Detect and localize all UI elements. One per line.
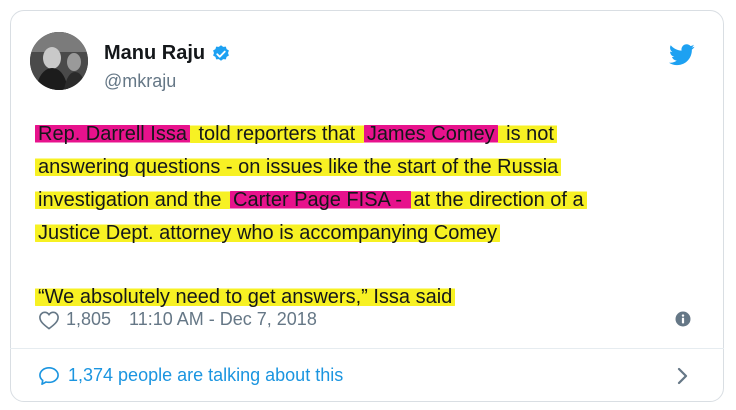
verified-badge-icon	[213, 44, 230, 61]
tweet-segment: Carter Page FISA -	[230, 189, 411, 211]
tweet-text: Rep. Darrell Issa told reporters that Ja…	[35, 118, 685, 314]
heart-icon[interactable]	[38, 310, 60, 330]
chevron-right-icon[interactable]	[677, 367, 689, 385]
tweet-line-4: Justice Dept. attorney who is accompanyi…	[35, 217, 685, 250]
tweet-segment: investigation and the	[35, 189, 231, 211]
talking-about-link[interactable]: 1,374 people are talking about this	[68, 365, 343, 386]
tweet-quote: “We absolutely need to get answers,” Iss…	[35, 286, 456, 308]
tweet-segment: Rep. Darrell Issa	[35, 123, 190, 145]
info-icon[interactable]	[675, 311, 691, 327]
tweet-line-1: Rep. Darrell Issa told reporters that Ja…	[35, 118, 685, 151]
divider	[10, 348, 724, 349]
tweet-line-3: investigation and the Carter Page FISA -…	[35, 184, 685, 217]
tweet-segment: Justice Dept. attorney who is accompanyi…	[35, 222, 501, 244]
tweet-timestamp[interactable]: 11:10 AM - Dec 7, 2018	[129, 309, 317, 330]
speech-bubble-icon[interactable]	[38, 366, 60, 386]
tweet-segment: is not	[497, 123, 557, 145]
author-name[interactable]: Manu Raju	[104, 42, 205, 65]
twitter-bird-icon[interactable]	[669, 44, 695, 66]
tweet-segment: told reporters that	[189, 123, 364, 145]
tweet-segment: James Comey	[363, 123, 498, 145]
avatar-photo	[30, 32, 88, 90]
like-count[interactable]: 1,805	[66, 309, 111, 330]
author-handle[interactable]: @mkraju	[104, 71, 176, 92]
tweet-line-2: answering questions - on issues like the…	[35, 151, 685, 184]
avatar[interactable]	[30, 32, 88, 90]
tweet-segment: answering questions - on issues like the…	[35, 156, 562, 178]
tweet-segment: at the direction of a	[410, 189, 587, 211]
